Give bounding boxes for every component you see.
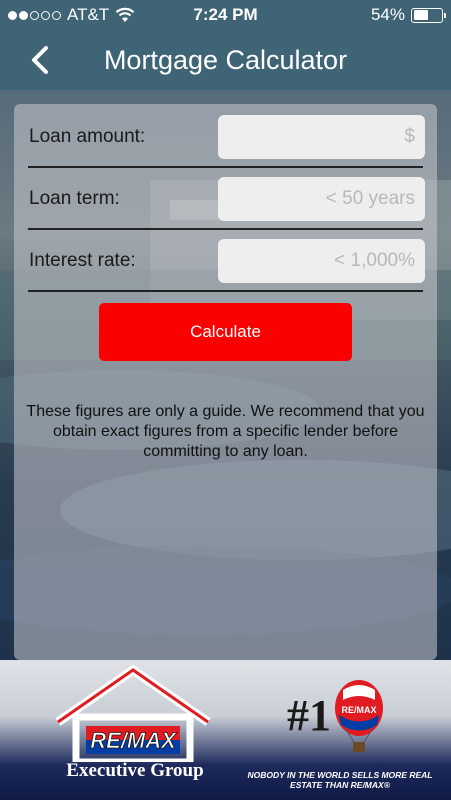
wifi-icon bbox=[115, 7, 135, 22]
signal-dot bbox=[52, 10, 61, 20]
status-left: AT&T bbox=[8, 5, 135, 25]
tagline: NOBODY IN THE WORLD SELLS MORE REAL ESTA… bbox=[247, 770, 433, 790]
back-button[interactable] bbox=[22, 42, 58, 78]
battery-fill bbox=[413, 10, 429, 20]
signal-dot bbox=[30, 10, 39, 20]
status-bar: AT&T 7:24 PM 54% bbox=[0, 0, 451, 30]
footer-banner[interactable]: RE/MAX Executive Group #1 RE/MAX NOBODY … bbox=[0, 660, 451, 800]
calculate-button[interactable]: Calculate bbox=[99, 303, 352, 361]
divider bbox=[28, 290, 423, 292]
loan-term-label: Loan term: bbox=[29, 188, 120, 209]
number-one-mark: #1 bbox=[287, 691, 331, 740]
interest-rate-input[interactable] bbox=[218, 239, 425, 283]
loan-amount-row: Loan amount: bbox=[14, 106, 437, 168]
interest-rate-row: Interest rate: bbox=[14, 230, 437, 292]
interest-rate-label: Interest rate: bbox=[29, 250, 136, 271]
signal-dot bbox=[41, 10, 50, 20]
page-title: Mortgage Calculator bbox=[103, 44, 348, 75]
chevron-left-icon bbox=[32, 46, 48, 74]
remax-logo-text: RE/MAX bbox=[90, 728, 177, 753]
disclaimer-text: These figures are only a guide. We recom… bbox=[26, 403, 425, 460]
loan-term-input[interactable] bbox=[218, 177, 425, 221]
status-right: 54% bbox=[370, 5, 446, 25]
loan-amount-input[interactable] bbox=[218, 115, 425, 159]
signal-dot bbox=[19, 10, 28, 20]
signal-strength-icon bbox=[8, 10, 61, 20]
loan-amount-label: Loan amount: bbox=[29, 126, 146, 147]
remax-house-logo: RE/MAX bbox=[55, 664, 211, 762]
battery-icon bbox=[411, 7, 446, 23]
brand-name: Executive Group bbox=[66, 760, 204, 781]
loan-term-row: Loan term: bbox=[14, 168, 437, 230]
carrier-name: AT&T bbox=[67, 5, 110, 24]
battery-percent: 54% bbox=[370, 5, 405, 24]
remax-balloon-logo: #1 RE/MAX bbox=[287, 680, 383, 752]
balloon-logo-text: RE/MAX bbox=[341, 705, 376, 715]
navigation-bar: Mortgage Calculator bbox=[0, 30, 451, 90]
signal-dot bbox=[8, 10, 17, 20]
calculator-card: Loan amount: Loan term: Interest rate: C… bbox=[14, 104, 437, 660]
